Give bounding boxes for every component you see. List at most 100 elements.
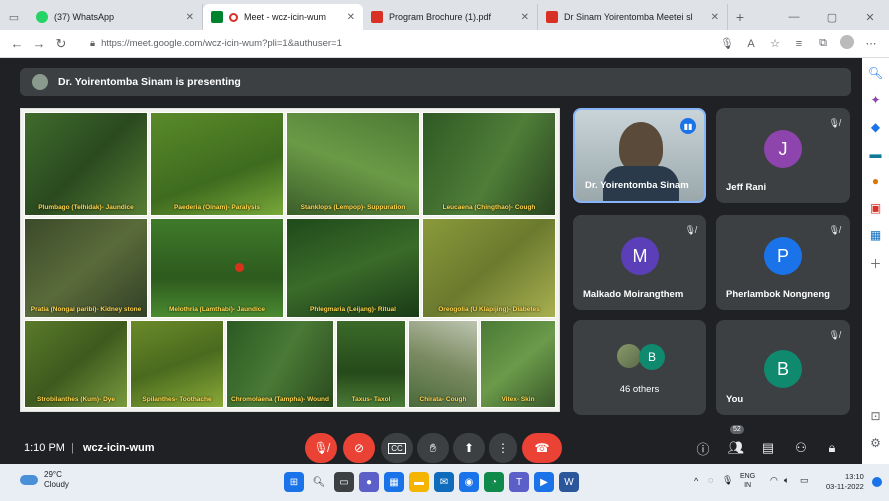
teams-icon[interactable]: T	[509, 472, 529, 492]
slide-photo: Chromolaena (Tampha)- Wound	[226, 320, 334, 408]
participant-tile[interactable]: 🎙︎̸ M Malkado Moirangthem	[573, 215, 706, 310]
slide-caption: Plumbago (Telhidak)- Jaundice	[38, 204, 134, 211]
slide-caption: Phlegmaria (Leijang)- Ritual	[310, 306, 396, 313]
mic-icon[interactable]: 🎙︎	[715, 37, 739, 50]
tray-chevron-icon[interactable]: ^	[694, 476, 698, 486]
network-tray-icon[interactable]: ◌	[708, 475, 713, 485]
tab-pdf-2[interactable]: Dr Sinam Yoirentomba Meetei sl ✕	[538, 4, 728, 30]
tab-actions-icon[interactable]: ▭	[0, 4, 28, 30]
slide-photo: Phlegmaria (Leijang)- Ritual	[286, 218, 420, 318]
briefcase-icon[interactable]: ▬	[870, 147, 882, 161]
chat-app-icon[interactable]: ●	[359, 472, 379, 492]
slide-caption: Leucaena (Chingthao)- Cough	[442, 204, 536, 211]
close-window-icon[interactable]: ✕	[851, 11, 889, 24]
notification-icon[interactable]	[872, 477, 882, 487]
slide-photo: Spilanthes- Toothache	[130, 320, 224, 408]
weather-desc: Cloudy	[44, 480, 69, 489]
office-icon[interactable]: ▣	[870, 201, 881, 215]
people-button[interactable]: 👥︎ 52	[724, 425, 748, 463]
tab-label: Meet - wcz-icin-wum	[244, 12, 327, 22]
slide-caption: Paederia (Oinam)- Paralysis	[174, 204, 260, 211]
minimize-icon[interactable]: —	[775, 11, 813, 23]
berry-shape	[235, 263, 244, 272]
tab-whatsapp[interactable]: (37) WhatsApp ✕	[28, 4, 203, 30]
participant-tile[interactable]: 🎙︎̸ P Pherlambok Nongneng	[716, 215, 850, 310]
leave-call-button[interactable]: ☎︎	[522, 433, 562, 463]
new-tab-button[interactable]: +	[728, 4, 752, 30]
slide-caption: Vitex- Skin	[501, 396, 535, 403]
captions-button[interactable]: CC	[381, 433, 413, 463]
slide-photo: Pratia (Nongai paribi)- Kidney stone	[24, 218, 148, 318]
clock-date: 03-11-2022	[826, 482, 864, 491]
mail-icon[interactable]: ✉︎	[434, 472, 454, 492]
present-button[interactable]: ⬆	[453, 433, 485, 463]
url-field[interactable]: 🔒︎ https://meet.google.com/wcz-icin-wum?…	[80, 33, 715, 55]
search-icon[interactable]: 🔍︎	[309, 472, 329, 492]
camera-toggle-button[interactable]: ⊘	[343, 433, 375, 463]
wifi-icon[interactable]: ◠	[770, 475, 778, 486]
slide-caption: Strobilanthes (Kum)- Dye	[36, 396, 115, 403]
close-tab-icon[interactable]: ✕	[521, 12, 529, 23]
clock[interactable]: 13:10 03-11-2022	[826, 472, 864, 492]
more-options-button[interactable]: ⋮	[489, 433, 517, 463]
language-indicator[interactable]: ENG IN	[740, 472, 755, 490]
sparkle-icon[interactable]: ✦	[870, 93, 880, 107]
raise-hand-button[interactable]: ✋︎	[417, 433, 449, 463]
file-explorer-icon[interactable]: ▬	[409, 472, 429, 492]
slide-caption: Taxus- Taxol	[351, 396, 391, 403]
sidebar-toggle-icon[interactable]: ⊡	[870, 409, 880, 423]
tag-icon[interactable]: ◆	[871, 120, 880, 134]
battery-icon[interactable]: ▭	[800, 475, 809, 486]
volume-icon[interactable]: 🔈︎	[784, 475, 789, 486]
others-tile[interactable]: B 46 others	[573, 320, 706, 415]
participant-tile-presenter[interactable]: ▮▮ Dr. Yoirentomba Sinam	[573, 108, 706, 203]
add-icon[interactable]: ＋	[869, 255, 881, 272]
reload-icon[interactable]: ↻	[50, 36, 72, 52]
mic-off-icon: 🎙︎̸	[684, 225, 696, 235]
chat-icon[interactable]: ▤	[756, 433, 780, 463]
search-icon[interactable]: 🔍︎	[868, 66, 883, 80]
tab-pdf[interactable]: Program Brochure (1).pdf ✕	[363, 4, 538, 30]
clock-time: 13:10	[845, 472, 864, 481]
self-tile[interactable]: 🎙︎̸ B You	[716, 320, 850, 415]
start-icon[interactable]: ⊞	[284, 472, 304, 492]
forward-icon[interactable]: →	[28, 36, 50, 51]
close-tab-icon[interactable]: ✕	[347, 12, 355, 23]
participant-tile[interactable]: 🎙︎̸ J Jeff Rani	[716, 108, 850, 203]
read-aloud-icon[interactable]: A	[739, 38, 763, 50]
favorites-icon[interactable]: ≡	[787, 38, 811, 50]
url-text: https://meet.google.com/wcz-icin-wum?pli…	[101, 38, 342, 49]
weather-temp: 29°C	[44, 470, 62, 479]
chrome-icon[interactable]: ◔	[484, 472, 504, 492]
tab-label: (37) WhatsApp	[54, 12, 115, 22]
widgets-icon[interactable]: ▦	[384, 472, 404, 492]
close-tab-icon[interactable]: ✕	[711, 12, 719, 23]
tab-meet[interactable]: Meet - wcz-icin-wum ✕	[203, 4, 363, 30]
speaking-icon: ▮▮	[680, 118, 696, 134]
settings-icon[interactable]: ⚙︎	[870, 436, 881, 450]
back-icon[interactable]: ←	[6, 36, 28, 51]
favorite-icon[interactable]: ☆	[763, 37, 787, 50]
profile-avatar[interactable]	[835, 35, 859, 52]
mic-tray-icon[interactable]: 🎙︎	[722, 475, 733, 486]
mic-toggle-button[interactable]: 🎙︎̸	[305, 433, 337, 463]
weather-widget[interactable]: 29°C Cloudy	[20, 470, 69, 490]
activities-icon[interactable]: ⚇	[789, 433, 813, 463]
meeting-details-icon[interactable]: ⓘ	[691, 433, 715, 463]
host-controls-icon[interactable]: 🔒︎	[820, 433, 844, 463]
edge-icon[interactable]: ◉	[459, 472, 479, 492]
outlook-icon[interactable]: ▦	[870, 228, 881, 242]
zoom-icon[interactable]: ▶	[534, 472, 554, 492]
captions-icon: CC	[388, 442, 406, 454]
restore-icon[interactable]: ▢	[813, 11, 851, 24]
more-vert-icon: ⋮	[497, 441, 509, 455]
slide-caption: Spilanthes- Toothache	[142, 396, 212, 403]
word-icon[interactable]: W	[559, 472, 579, 492]
people-icon[interactable]: ●	[872, 174, 879, 188]
participant-name: You	[726, 394, 744, 405]
collections-icon[interactable]: ⧉	[811, 37, 835, 50]
close-tab-icon[interactable]: ✕	[186, 12, 194, 23]
more-icon[interactable]: ⋯	[859, 37, 883, 50]
tab-label: Dr Sinam Yoirentomba Meetei sl	[564, 12, 693, 22]
task-view-icon[interactable]: ▭	[334, 472, 354, 492]
